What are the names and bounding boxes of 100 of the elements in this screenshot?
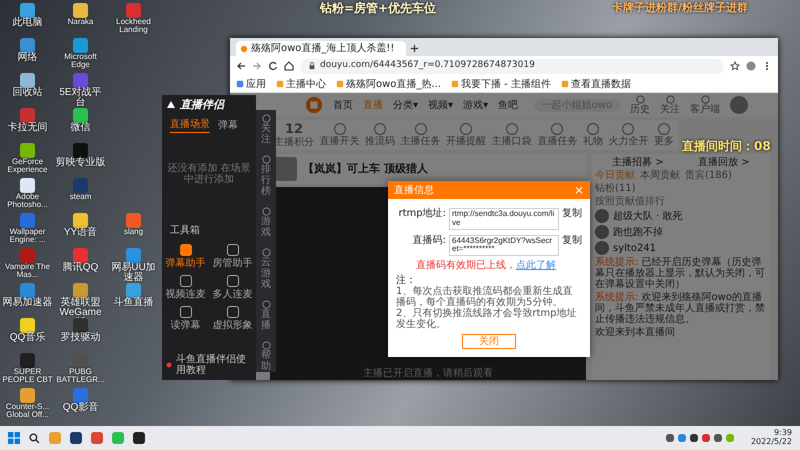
desktop-icon-label[interactable]: Vampire The Mas... (2, 263, 54, 280)
bookmark-link[interactable]: 应用 (236, 78, 266, 90)
app-tile-icon[interactable] (20, 213, 35, 228)
side-nav-item[interactable]: 云游戏 (261, 248, 271, 290)
overlay-timer-text: 直播间时间：08 (682, 140, 771, 154)
app-tile-icon[interactable] (20, 283, 35, 298)
tool-button[interactable]: 视频连麦 (162, 275, 209, 300)
desktop-icon-label[interactable]: YY语音 (64, 228, 98, 238)
browser-tab[interactable]: 殇殇阿owo直播_海上顶人杀盖!! (236, 41, 406, 56)
bookmark-icon (336, 80, 344, 88)
desktop-icon-label[interactable]: 剪映专业版 (56, 158, 106, 168)
nav-link[interactable]: 游戏▾ (463, 100, 488, 110)
clock[interactable]: 9:39 2022/5/22 (750, 429, 792, 447)
tool-button[interactable]: 弹幕助手 (162, 244, 209, 270)
desktop-icon-label[interactable]: slang (124, 228, 144, 236)
app-tile-icon[interactable] (73, 38, 88, 53)
app-tile-icon[interactable] (20, 73, 35, 88)
app-tile-icon[interactable] (20, 318, 35, 333)
side-nav-item[interactable]: 关注 (261, 114, 271, 145)
desktop-icon-label[interactable]: SUPER PEOPLE CBT (2, 368, 54, 385)
desktop-icon-label[interactable]: Wallpaper Engine: ... (2, 228, 54, 245)
bookmark-icon (450, 80, 459, 88)
chat-link[interactable]: 直播回放 > (698, 157, 750, 168)
app-tile-icon[interactable] (20, 38, 35, 53)
copy-link[interactable]: 复制 (562, 208, 582, 219)
app-tile-icon[interactable] (20, 178, 35, 193)
app-tile-icon[interactable] (20, 3, 35, 18)
desktop-icon-label[interactable]: 回收站 (12, 88, 42, 98)
desktop-icon-label[interactable]: 罗技驱动 (60, 333, 100, 343)
desktop-icon-label[interactable]: 微信 (70, 123, 90, 133)
app-tile-icon[interactable] (20, 388, 35, 403)
desktop-icon-label[interactable]: 斗鱼直播 (114, 298, 154, 308)
app-tab[interactable]: 弹幕 (218, 119, 238, 134)
copy-link[interactable]: 复制 (562, 234, 582, 246)
input-field[interactable]: 64443S6rgr2gKtDY?wsSecret=********** (449, 234, 559, 256)
chat-link[interactable]: 主播招募 > (612, 157, 664, 168)
taskbar-app-icon[interactable] (70, 432, 82, 444)
app-tile-icon[interactable] (126, 283, 141, 298)
desktop-icon-label[interactable]: PUBG BATTLEGR... (54, 368, 106, 385)
desktop-icon-label[interactable]: GeForce Experience (2, 158, 54, 175)
desktop-icon-label[interactable]: Adobe Photosho... (2, 193, 54, 210)
app-tile-icon[interactable] (20, 248, 35, 263)
desktop-icon-label[interactable]: 腾讯QQ (62, 263, 98, 273)
player-caption: 主播已开启直播，请稍后观看 (363, 368, 493, 379)
tool-button[interactable]: 房管助手 (209, 244, 256, 270)
app-tile-icon[interactable] (73, 283, 88, 298)
nav-link[interactable]: 鱼吧 (498, 100, 518, 110)
desktop-icon-label[interactable]: 卡拉无间 (8, 123, 48, 133)
address-bar[interactable]: douyu.com/64443567_r=0.7109728674873019 (300, 58, 724, 74)
circle-outline-icon (262, 155, 270, 164)
tutorial-link[interactable]: 斗鱼直播伴侣使用教程 (176, 354, 252, 376)
app-tile-icon[interactable] (73, 178, 88, 193)
nav-link[interactable]: 首页 (333, 100, 353, 110)
desktop-icon-label[interactable]: 5E对战平台 (54, 88, 106, 108)
taskbar-app-icon[interactable] (133, 432, 145, 444)
desktop-icon-label[interactable]: steam (70, 193, 92, 202)
nav-link[interactable]: 分类▾ (393, 100, 418, 110)
desktop-icon-label[interactable]: Naraka (68, 18, 94, 26)
bookmark-link[interactable]: 殇殇阿owo直播_热... (336, 78, 441, 90)
bookmark-link[interactable]: 我要下播 - 主播组件 (450, 78, 551, 90)
app-tile-icon[interactable] (73, 143, 88, 158)
app-tile-icon[interactable] (20, 353, 35, 368)
desktop-icon-label[interactable]: 英雄联盟 WeGame (54, 298, 106, 328)
side-nav-item[interactable]: 游戏 (261, 207, 271, 238)
app-tile-icon[interactable] (20, 108, 35, 123)
app-tile-icon[interactable] (73, 318, 88, 333)
app-tile-icon[interactable] (73, 108, 88, 123)
app-tile-icon[interactable] (126, 213, 141, 228)
app-tile-icon[interactable] (126, 3, 141, 18)
desktop-icon-label[interactable]: Microsoft Edge (54, 53, 106, 70)
input-field[interactable]: rtmp://sendtc3a.douyu.com/live (449, 208, 559, 230)
desktop-icon-label[interactable]: Counter-S... Global Off... (2, 403, 54, 420)
app-tile-icon[interactable] (73, 73, 88, 88)
side-nav-item[interactable]: 帮助 (261, 341, 271, 372)
new-tab-icon (410, 44, 419, 53)
desktop-icon-label[interactable]: QQ影音 (62, 403, 98, 413)
desktop-icon-label[interactable]: 此电脑 (12, 18, 42, 28)
nav-link[interactable]: 视频▾ (428, 100, 454, 110)
forward-arrow-icon (252, 61, 262, 71)
desktop-icon-label[interactable]: QQ音乐 (10, 333, 46, 343)
tool-button[interactable]: 多人连麦 (209, 275, 256, 300)
app-tile-icon[interactable] (126, 248, 141, 263)
app-tile-icon[interactable] (20, 143, 35, 158)
desktop-icon-label[interactable]: Lockheed Landing (108, 18, 160, 35)
app-tile-icon[interactable] (73, 388, 88, 403)
side-nav-item[interactable]: 直播 (261, 300, 271, 331)
app-tab[interactable]: 直播场景 (170, 119, 210, 134)
bookmark-link[interactable]: 主播中心 (276, 78, 326, 90)
desktop-icon-label[interactable]: 网易UU加速器 (108, 263, 160, 283)
app-tile-icon[interactable] (73, 213, 88, 228)
desktop-icon-label[interactable]: 网易加速器 (2, 298, 52, 308)
bookmark-link[interactable]: 查看直播数据 (560, 78, 631, 90)
star-icon (730, 61, 740, 71)
desktop-icon-label[interactable]: 网络 (18, 53, 38, 63)
tool-button[interactable]: 读弹幕 (162, 306, 209, 332)
tool-button[interactable]: 虚拟形象 (209, 306, 256, 332)
url-text: douyu.com/64443567_r=0.7109728674873019 (320, 61, 535, 71)
app-tile-icon[interactable] (73, 248, 88, 263)
app-tile-icon[interactable] (73, 3, 88, 18)
side-nav-item[interactable]: 排行榜 (261, 155, 271, 197)
